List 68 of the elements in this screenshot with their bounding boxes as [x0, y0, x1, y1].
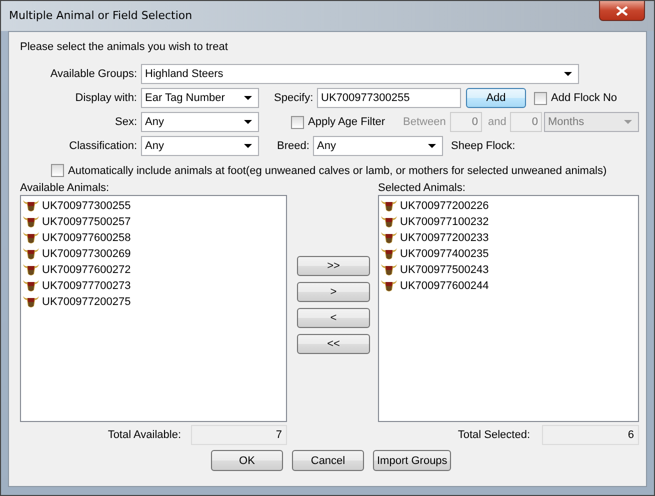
close-icon — [616, 6, 628, 16]
display-dropdown[interactable]: Ear Tag Number — [141, 88, 259, 108]
move-button[interactable]: < — [297, 308, 370, 328]
dialog-button[interactable]: OK — [211, 450, 283, 471]
animal-item[interactable]: UK700977700273 — [23, 278, 286, 294]
field-label: Specify: — [274, 92, 314, 104]
animal-item[interactable]: UK700977600244 — [381, 278, 638, 294]
dialog-button[interactable]: Cancel — [292, 450, 364, 471]
cow-icon — [381, 215, 397, 229]
caret-icon — [244, 144, 252, 148]
field-label: Classification: — [68, 140, 137, 152]
field-label: and — [488, 116, 504, 128]
cow-icon — [23, 247, 39, 261]
instruction-text: Please select the animals you wish to treat — [20, 41, 229, 55]
field-label: Between — [403, 116, 447, 128]
cow-icon — [23, 215, 39, 229]
cow-icon — [381, 263, 397, 277]
sex-dropdown[interactable]: Any — [141, 112, 259, 132]
close-button[interactable] — [599, 1, 645, 21]
auto-include-checkbox[interactable]: Automatically include animals at foot(eg unweaned calves or lamb, or mothers for selected unweaned animals) — [51, 163, 646, 178]
animal-item[interactable]: UK700977500257 — [23, 214, 286, 230]
breed-dropdown[interactable]: Any — [313, 136, 443, 156]
move-button[interactable]: > — [297, 282, 370, 302]
cow-icon — [23, 295, 39, 309]
field-label: Available Groups: — [49, 68, 137, 80]
groups-dropdown[interactable]: Highland Steers — [141, 64, 579, 84]
animal-item[interactable]: UK700977300255 — [23, 198, 286, 214]
animal-item[interactable]: UK700977200275 — [23, 294, 286, 310]
caret-icon — [428, 144, 436, 148]
add-flock-checkbox[interactable]: Add Flock No — [534, 92, 618, 104]
cow-icon — [381, 247, 397, 261]
add-button[interactable]: Add — [466, 88, 526, 108]
caret-icon — [244, 120, 252, 124]
specify-field[interactable]: UK700977300255 — [317, 88, 461, 108]
cow-icon — [23, 231, 39, 245]
move-button[interactable]: << — [297, 334, 370, 354]
animal-item[interactable]: UK700977100232 — [381, 214, 638, 230]
animal-item[interactable]: UK700977500243 — [381, 262, 638, 278]
classification-dropdown[interactable]: Any — [141, 136, 259, 156]
animal-item[interactable]: UK700977400235 — [381, 246, 638, 262]
cow-icon — [23, 263, 39, 277]
dialog-button[interactable]: Import Groups — [373, 450, 452, 471]
animal-item[interactable]: UK700977600258 — [23, 230, 286, 246]
cow-icon — [381, 231, 397, 245]
caret-icon — [624, 120, 632, 124]
field-label: Sheep Flock: — [451, 140, 516, 152]
animal-item[interactable]: UK700977200233 — [381, 230, 638, 246]
list-label: Available Animals: — [20, 182, 110, 194]
field-label: Breed: — [277, 140, 310, 152]
field-label: Display with: — [74, 92, 137, 104]
move-button[interactable]: >> — [297, 256, 370, 276]
caret-icon — [564, 72, 572, 76]
animal-item[interactable]: UK700977200226 — [381, 198, 638, 214]
caret-icon — [244, 96, 252, 100]
total-label: Total Available: — [106, 429, 181, 441]
window-title: Multiple Animal or Field Selection — [9, 9, 192, 22]
list-label: Selected Animals: — [378, 182, 466, 194]
cow-icon — [23, 199, 39, 213]
cow-icon — [381, 199, 397, 213]
field-label: Sex: — [114, 116, 137, 128]
cow-icon — [23, 279, 39, 293]
total-label: Total Selected: — [456, 429, 530, 441]
cow-icon — [381, 279, 397, 293]
total-field: 7 — [191, 425, 287, 445]
age-filter-checkbox[interactable]: Apply Age Filter — [291, 116, 403, 128]
animal-item[interactable]: UK700977600272 — [23, 262, 286, 278]
animal-item[interactable]: UK700977300269 — [23, 246, 286, 262]
total-field: 6 — [542, 425, 639, 445]
